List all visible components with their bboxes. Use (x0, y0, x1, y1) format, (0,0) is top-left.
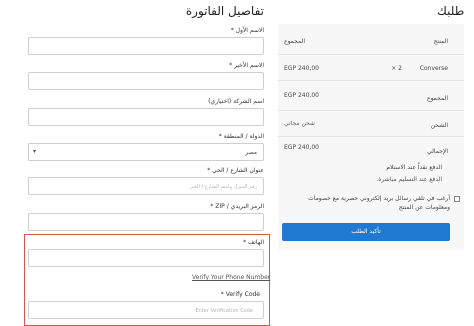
first-name-label: الاسم الأول * (230, 27, 264, 34)
first-name-input[interactable] (28, 37, 264, 55)
zip-input[interactable] (28, 213, 264, 231)
company-input[interactable] (28, 108, 264, 126)
street-placeholder: رقم المنزل واسم الشارع / الحي (189, 184, 257, 190)
place-order-button[interactable]: تأكيد الطلب (282, 223, 450, 241)
newsletter-checkbox[interactable] (454, 196, 460, 202)
item-row: × 2 Converse (391, 65, 448, 72)
newsletter-label: أرغب في تلقي رسائل بريد إلكتروني حصرية م… (308, 195, 450, 211)
phone-input[interactable] (28, 249, 264, 267)
verify-code-placeholder: Enter Verification Code (195, 308, 254, 314)
subtotal-header: المجموع (284, 38, 305, 45)
payment-method: الدفع نقداً عند الاستلام (386, 164, 442, 171)
street-label: عنوان الشارع / الحي * (207, 167, 264, 174)
country-label: الدولة / المنطقة * (218, 133, 264, 140)
last-name-label: الاسم الأخير * (229, 62, 264, 69)
verify-phone-link[interactable]: Verify Your Phone Number (192, 274, 270, 281)
phone-label: الهاتف * (243, 239, 264, 246)
dropdown-arrow-icon: ▾ (33, 148, 37, 155)
verify-code-label: Verify Code * (220, 291, 260, 298)
subtotal-value: EGP 240,00 (284, 92, 319, 99)
last-name-input[interactable] (28, 72, 264, 90)
total-value: EGP 240,00 (284, 144, 319, 151)
divider (278, 54, 464, 55)
item-qty: × 2 (391, 65, 402, 72)
item-price: EGP 240,00 (284, 65, 319, 72)
divider (278, 110, 464, 111)
payment-description: الدفع عند التسليم مباشرة. (376, 176, 442, 183)
item-name: Converse (419, 65, 448, 72)
country-select[interactable]: مصر ▾ (28, 143, 264, 161)
country-value: مصر (245, 149, 257, 156)
billing-title: تفاصيل الفاتورة (185, 4, 264, 18)
product-header: المنتج (433, 38, 448, 45)
shipping-label: الشحن (430, 122, 448, 129)
shipping-value: شحن مجاني (284, 120, 315, 127)
street-input[interactable]: رقم المنزل واسم الشارع / الحي (28, 177, 264, 195)
company-label: اسم الشركة (اختياري) (208, 98, 264, 105)
subtotal-label: المجموع (427, 95, 448, 102)
order-title: طلبك (437, 4, 465, 18)
order-summary-panel: المنتج المجموع × 2 Converse EGP 240,00 ا… (278, 24, 464, 250)
total-label: الإجمالي (427, 148, 448, 155)
zip-label: الرمز البريدي / ZIP * (210, 203, 264, 210)
divider (278, 136, 464, 137)
verify-code-input[interactable]: Enter Verification Code (28, 301, 264, 319)
divider (278, 80, 464, 81)
